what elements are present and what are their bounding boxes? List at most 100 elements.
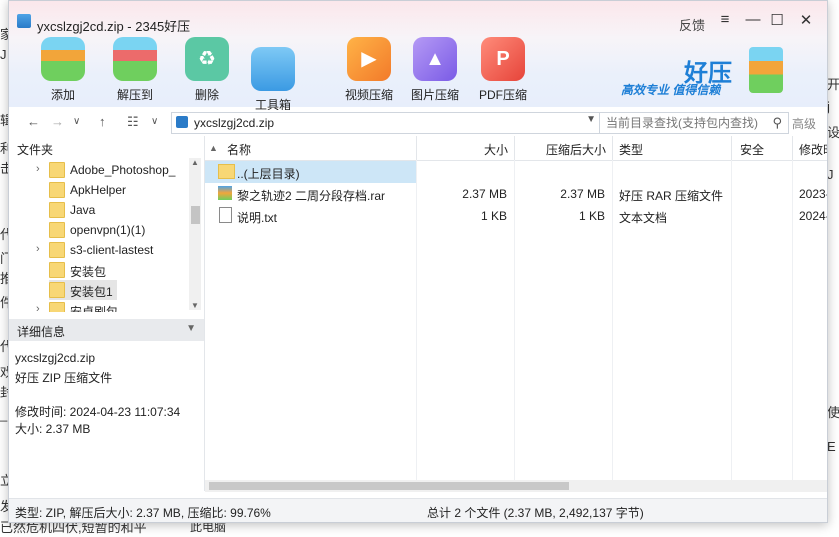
view-mode-icon[interactable]: ☷ <box>127 114 139 130</box>
image-compress-button[interactable]: ▲ 图片压缩 <box>405 37 465 103</box>
back-arrow-icon[interactable]: ← <box>27 114 40 129</box>
folder-icon <box>49 242 65 258</box>
haozip-window: yxcslzgj2cd.zip - 2345好压 反馈 ≡ — ☐ ✕ 添加 解… <box>8 0 828 523</box>
add-icon <box>41 37 85 81</box>
tree-item-label: 安装包 <box>70 265 107 279</box>
menu-icon[interactable]: ≡ <box>715 11 735 28</box>
path-field[interactable]: yxcslzgj2cd.zip ▼ <box>171 112 603 134</box>
column-modified-label: 修改时 <box>799 143 827 157</box>
file-modified: 2024- <box>799 209 828 223</box>
search-box: ⚲ <box>599 112 789 134</box>
extract-button[interactable]: 解压到 <box>105 37 165 103</box>
expand-icon[interactable]: › <box>36 303 40 312</box>
folder-icon <box>49 162 65 178</box>
table-row[interactable]: 黎之轨迹2 二周分段存档.rar 2.37 MB 2.37 MB 好压 RAR … <box>205 183 827 205</box>
address-bar: ← → ∨ ↑ ☷ ∨ yxcslzgj2cd.zip ▼ ⚲ 高级 <box>9 110 827 137</box>
tree-item-label: 安卓刷包 <box>70 305 119 312</box>
toolbox-button[interactable]: 工具箱 <box>243 37 303 113</box>
column-header-security[interactable]: 安全 <box>732 136 793 161</box>
pdf-icon: P <box>481 37 525 81</box>
minimize-button[interactable]: — <box>743 11 763 28</box>
image-icon: ▲ <box>413 37 457 81</box>
folder-icon <box>49 262 65 278</box>
extract-label: 解压到 <box>116 88 153 102</box>
table-row[interactable]: ..(上层目录) <box>205 161 416 183</box>
tree-item[interactable]: › Adobe_Photoshop_ <box>9 160 189 180</box>
pdf-compress-button[interactable]: P PDF压缩 <box>473 37 533 103</box>
video-compress-button[interactable]: ▶ 视频压缩 <box>339 37 399 103</box>
table-row[interactable]: 说明.txt 1 KB 1 KB 文本文档 2024- <box>205 205 827 227</box>
zip-icon <box>176 116 188 128</box>
tree-item[interactable]: ApkHelper <box>9 180 189 200</box>
horizontal-scrollbar[interactable] <box>205 480 827 492</box>
close-button[interactable]: ✕ <box>796 11 816 29</box>
scroll-down-icon[interactable]: ▼ <box>191 301 199 310</box>
folder-icon <box>49 182 65 198</box>
view-dropdown-icon[interactable]: ∨ <box>151 116 158 127</box>
folder-icon <box>49 202 65 218</box>
folder-tree-header: 文件夹 <box>9 136 204 158</box>
maximize-button[interactable]: ☐ <box>767 11 787 29</box>
expand-icon[interactable]: › <box>36 243 40 255</box>
tree-item[interactable]: › s3-client-lastest <box>9 240 189 260</box>
folder-icon <box>49 222 65 238</box>
path-dropdown-icon[interactable]: ▼ <box>586 114 596 125</box>
brand-logo-icon <box>749 47 783 93</box>
tree-item[interactable]: Java <box>9 200 189 220</box>
file-size: 1 KB <box>480 209 507 223</box>
tree-scrollbar[interactable]: ▲ ▼ <box>189 158 201 310</box>
search-input[interactable] <box>604 115 768 131</box>
column-packed-label: 压缩后大小 <box>545 143 606 157</box>
search-icon[interactable]: ⚲ <box>772 115 782 131</box>
column-name-label: 名称 <box>227 143 252 157</box>
tree-item[interactable]: › 安卓刷包 <box>9 300 189 312</box>
tree-item[interactable]: 安装包 <box>9 260 189 280</box>
tree-item-label: 安装包1 <box>70 285 113 299</box>
text-file-icon <box>219 207 232 223</box>
tree-item[interactable]: 安装包1 <box>9 280 189 300</box>
history-dropdown-icon[interactable]: ∨ <box>73 116 80 127</box>
toolbox-icon <box>251 47 295 91</box>
scrollbar-thumb[interactable] <box>209 482 569 490</box>
sort-up-icon: ▲ <box>209 143 218 153</box>
folder-icon <box>49 282 65 298</box>
column-size-label: 大小 <box>483 143 508 157</box>
expand-icon[interactable]: › <box>36 163 40 175</box>
bg-char: _ <box>0 407 8 422</box>
tree-item-label: openvpn(1)(1) <box>70 223 146 237</box>
delete-label: 删除 <box>194 88 219 102</box>
collapse-icon[interactable]: ▼ <box>186 323 196 334</box>
scroll-up-icon[interactable]: ▲ <box>191 158 199 167</box>
forward-arrow-icon[interactable]: → <box>51 114 64 129</box>
feedback-link[interactable]: 反馈 <box>679 15 705 34</box>
column-header-packed[interactable]: 压缩后大小 <box>515 136 613 161</box>
advanced-search-button[interactable]: 高级 <box>792 115 816 132</box>
add-button[interactable]: 添加 <box>33 37 93 103</box>
folder-icon <box>218 164 235 179</box>
tree-item-label: Adobe_Photoshop_ <box>70 163 176 177</box>
delete-button[interactable]: ♻ 删除 <box>177 37 237 103</box>
window-title: yxcslzgj2cd.zip - 2345好压 <box>37 19 191 34</box>
video-icon: ▶ <box>347 37 391 81</box>
app-icon <box>17 14 31 28</box>
file-list: ▲ 名称 大小 压缩后大小 类型 安全 修改时 ..(上层目录) 黎之轨迹2 二… <box>205 136 827 491</box>
recycle-icon: ♻ <box>185 37 229 81</box>
bg-char: J <box>0 47 7 62</box>
file-type: 文本文档 <box>619 211 668 225</box>
file-size: 2.37 MB <box>462 187 507 201</box>
column-header-modified[interactable]: 修改时 <box>793 136 827 161</box>
bg-char: 使 <box>827 405 839 420</box>
status-left: 类型: ZIP, 解压后大小: 2.37 MB, 压缩比: 99.76% <box>15 506 271 520</box>
up-arrow-icon[interactable]: ↑ <box>99 114 106 129</box>
column-header-type[interactable]: 类型 <box>613 136 732 161</box>
scrollbar-thumb[interactable] <box>191 206 200 224</box>
extract-icon <box>113 37 157 81</box>
folder-icon <box>49 302 65 312</box>
status-bar: 类型: ZIP, 解压后大小: 2.37 MB, 压缩比: 99.76% 总计 … <box>9 498 827 522</box>
tree-item-label: ApkHelper <box>70 183 127 197</box>
details-header[interactable]: 详细信息 ▼ <box>9 319 204 341</box>
file-name: 说明.txt <box>237 211 278 225</box>
column-header-name[interactable]: ▲ 名称 <box>205 136 417 161</box>
column-header-size[interactable]: 大小 <box>417 136 515 161</box>
tree-item[interactable]: openvpn(1)(1) <box>9 220 189 240</box>
